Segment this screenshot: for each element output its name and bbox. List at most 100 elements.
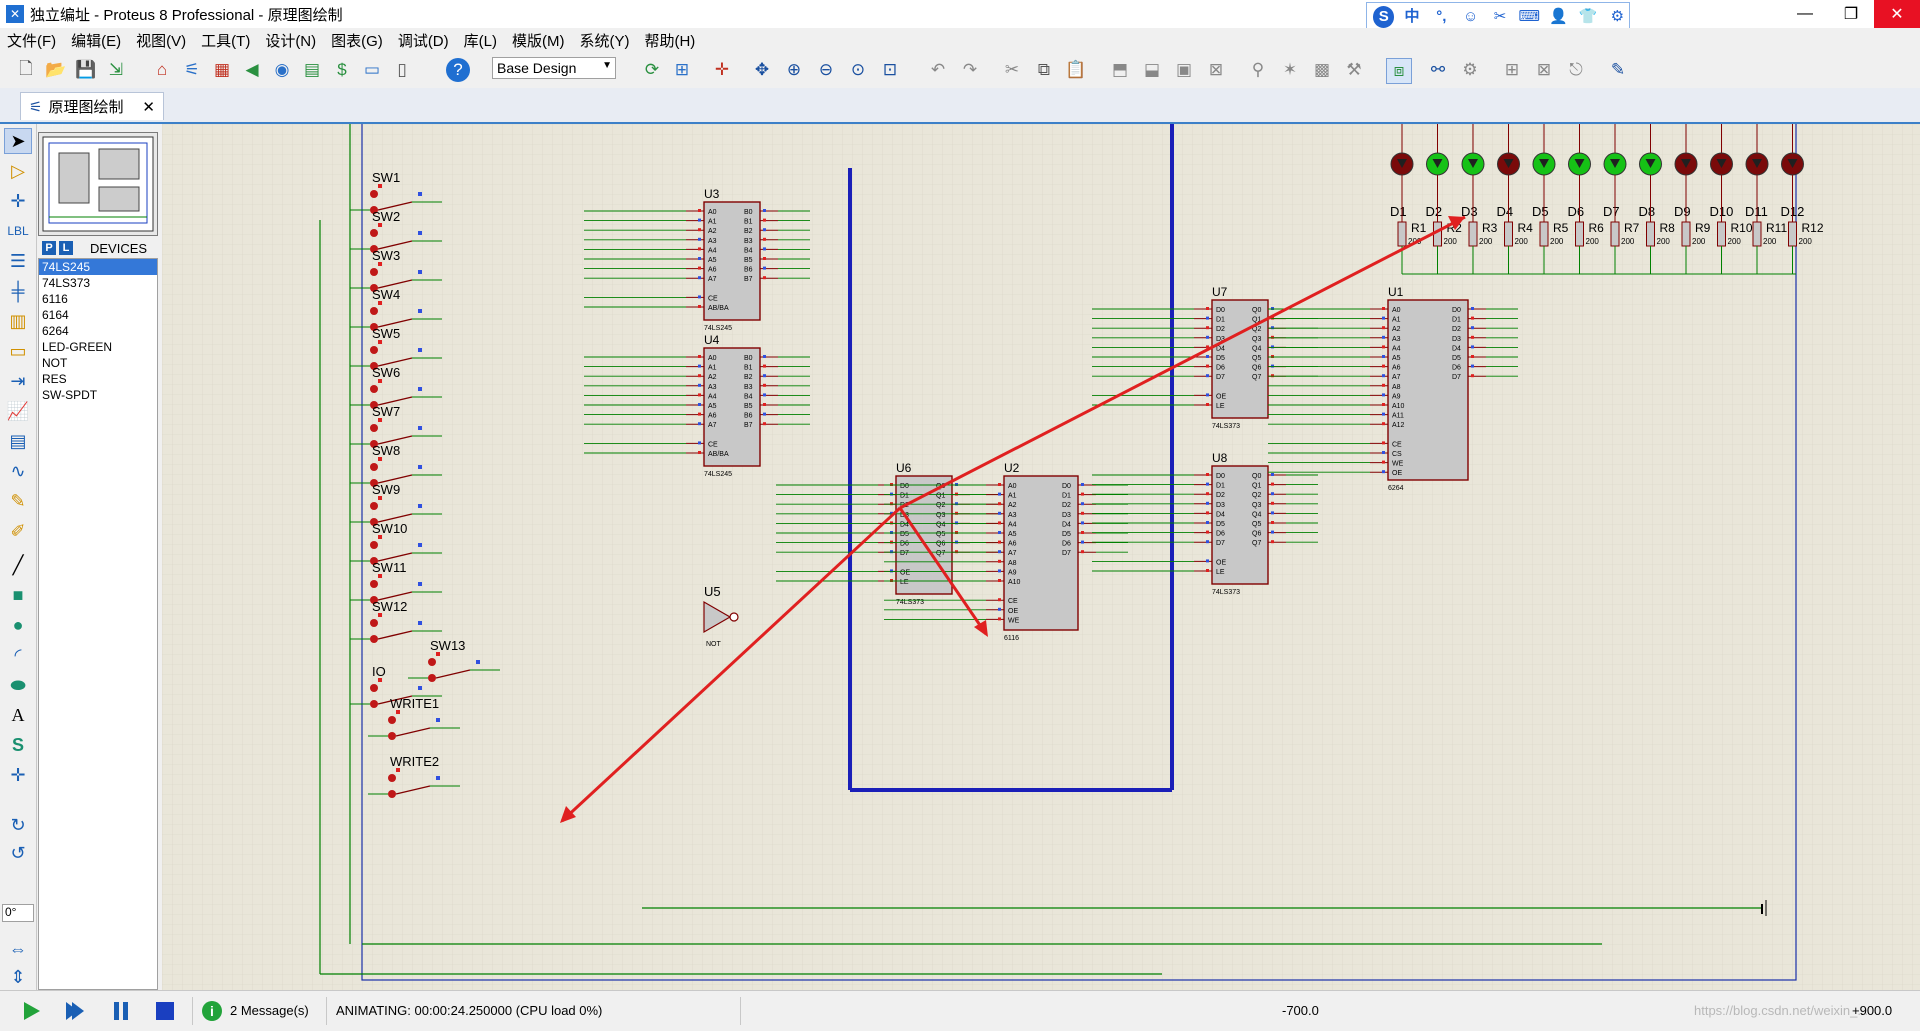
- tab-schematic[interactable]: ⚟ 原理图绘制 ✕: [20, 92, 164, 120]
- menu-library[interactable]: 库(L): [457, 30, 505, 51]
- graph-mode-icon[interactable]: 📈: [4, 398, 32, 424]
- device-item[interactable]: SW-SPDT: [39, 387, 157, 403]
- open-folder-icon[interactable]: 📂: [44, 58, 68, 82]
- library-button[interactable]: L: [59, 241, 73, 255]
- decompose-icon[interactable]: ⚒: [1342, 58, 1366, 82]
- mirror-horizontal-icon[interactable]: ⇔: [4, 936, 32, 962]
- device-item[interactable]: RES: [39, 371, 157, 387]
- help-icon[interactable]: ?: [446, 58, 470, 82]
- notes-icon[interactable]: ▯: [390, 58, 414, 82]
- menu-design[interactable]: 设计(N): [258, 30, 324, 51]
- origin-icon[interactable]: ✛: [710, 58, 734, 82]
- rotate-anticlockwise-icon[interactable]: ↺: [4, 840, 32, 866]
- zoom-area-icon[interactable]: ⊡: [878, 58, 902, 82]
- play-button[interactable]: [18, 999, 44, 1023]
- arc-mode-icon[interactable]: ◜: [4, 642, 32, 668]
- wire-autorouter-icon[interactable]: ⧈: [1386, 58, 1412, 84]
- menu-file[interactable]: 文件(F): [0, 30, 64, 51]
- selection-mode-icon[interactable]: ➤: [4, 128, 32, 154]
- ime-skin-icon[interactable]: 👕: [1576, 6, 1599, 28]
- undo-icon[interactable]: ↶: [926, 58, 950, 82]
- block-copy-icon[interactable]: ⬒: [1108, 58, 1132, 82]
- ime-user-icon[interactable]: 👤: [1547, 6, 1570, 28]
- device-item[interactable]: 6264: [39, 323, 157, 339]
- exit-to-parent-icon[interactable]: ⎋: [1564, 58, 1588, 82]
- schematic-canvas[interactable]: SW1 SW2 SW3 SW4 SW5 SW6 SW7 SW8 SW9 SW10 SW11 SW12 S…: [162, 104, 1920, 990]
- pick-parts-icon[interactable]: ⚲: [1246, 58, 1270, 82]
- symbol-mode-icon[interactable]: S: [4, 732, 32, 758]
- buses-icon[interactable]: ╪: [4, 278, 32, 304]
- ime-tool-icon[interactable]: ✂: [1488, 6, 1511, 28]
- text-script-icon[interactable]: ☰: [4, 248, 32, 274]
- box-mode-icon[interactable]: ■: [4, 582, 32, 608]
- search-tag-icon[interactable]: ⚯: [1426, 58, 1450, 82]
- pan-icon[interactable]: ✥: [750, 58, 774, 82]
- wire-label-icon[interactable]: LBL: [4, 218, 32, 244]
- 3d-view-icon[interactable]: ◀: [240, 58, 264, 82]
- ime-logo-icon[interactable]: S: [1373, 6, 1395, 28]
- menu-help[interactable]: 帮助(H): [637, 30, 703, 51]
- block-rotate-icon[interactable]: ▣: [1172, 58, 1196, 82]
- device-item[interactable]: 74LS245: [39, 259, 157, 275]
- block-delete-icon[interactable]: ⊠: [1204, 58, 1228, 82]
- bom-icon[interactable]: $: [330, 58, 354, 82]
- close-icon[interactable]: ✕: [1874, 0, 1920, 28]
- remove-sheet-icon[interactable]: ⊠: [1532, 58, 1556, 82]
- menu-tools[interactable]: 工具(T): [194, 30, 258, 51]
- junction-dot-icon[interactable]: ✛: [4, 188, 32, 214]
- overview-preview[interactable]: [38, 132, 158, 236]
- mirror-vertical-icon[interactable]: ⇕: [4, 964, 32, 990]
- voltage-probe-icon[interactable]: ✎: [4, 488, 32, 514]
- zoom-all-icon[interactable]: ⊙: [846, 58, 870, 82]
- device-item[interactable]: NOT: [39, 355, 157, 371]
- home-icon[interactable]: ⌂: [150, 58, 174, 82]
- device-item[interactable]: LED-GREEN: [39, 339, 157, 355]
- redo-icon[interactable]: ↷: [958, 58, 982, 82]
- step-button[interactable]: [62, 999, 88, 1023]
- tab-close-icon[interactable]: ✕: [142, 98, 155, 116]
- save-icon[interactable]: 💾: [74, 58, 98, 82]
- text-mode-icon[interactable]: A: [4, 702, 32, 728]
- component-mode-icon[interactable]: ▷: [4, 158, 32, 184]
- zoom-in-icon[interactable]: ⊕: [782, 58, 806, 82]
- ime-keyboard-icon[interactable]: ⌨: [1518, 6, 1541, 28]
- copy-icon[interactable]: ⧉: [1032, 58, 1056, 82]
- terminals-icon[interactable]: ▭: [4, 338, 32, 364]
- rotate-clockwise-icon[interactable]: ↻: [4, 812, 32, 838]
- maximize-icon[interactable]: ❐: [1828, 0, 1874, 28]
- stop-button[interactable]: [152, 999, 178, 1023]
- cut-icon[interactable]: ✂: [1000, 58, 1024, 82]
- refresh-icon[interactable]: ⟳: [640, 58, 664, 82]
- generator-icon[interactable]: ∿: [4, 458, 32, 484]
- menu-graph[interactable]: 图表(G): [324, 30, 391, 51]
- design-explorer-icon[interactable]: ▤: [300, 58, 324, 82]
- circle-mode-icon[interactable]: ●: [4, 612, 32, 638]
- device-item[interactable]: 6164: [39, 307, 157, 323]
- pause-button[interactable]: [108, 999, 134, 1023]
- new-sheet-icon[interactable]: ⊞: [1500, 58, 1524, 82]
- marker-mode-icon[interactable]: ✛: [4, 762, 32, 788]
- tape-recorder-icon[interactable]: ▤: [4, 428, 32, 454]
- device-item[interactable]: 6116: [39, 291, 157, 307]
- subcircuit-icon[interactable]: ▥: [4, 308, 32, 334]
- menu-template[interactable]: 模版(M): [505, 30, 573, 51]
- zoom-out-icon[interactable]: ⊖: [814, 58, 838, 82]
- messages-count[interactable]: 2 Message(s): [230, 1003, 309, 1018]
- ime-settings-icon[interactable]: ⚙: [1606, 6, 1629, 28]
- pcb-layout-icon[interactable]: ▦: [210, 58, 234, 82]
- ime-emoji-icon[interactable]: ☺: [1459, 6, 1482, 28]
- minimize-icon[interactable]: —: [1782, 0, 1828, 28]
- path-mode-icon[interactable]: ⬬: [4, 672, 32, 698]
- schematic-icon[interactable]: ⚟: [180, 58, 204, 82]
- current-probe-icon[interactable]: ✐: [4, 518, 32, 544]
- paste-icon[interactable]: 📋: [1064, 58, 1088, 82]
- new-file-icon[interactable]: 🗋: [14, 58, 38, 82]
- line-mode-icon[interactable]: ╱: [4, 552, 32, 578]
- grid-icon[interactable]: ⊞: [670, 58, 694, 82]
- rotation-angle-field[interactable]: 0°: [2, 904, 34, 922]
- ime-chinese-icon[interactable]: 中: [1400, 6, 1423, 28]
- design-variant-select[interactable]: Base Design ▼: [492, 57, 616, 79]
- ime-punct-icon[interactable]: °,: [1430, 6, 1453, 28]
- import-icon[interactable]: ⇲: [104, 58, 128, 82]
- block-move-icon[interactable]: ⬓: [1140, 58, 1164, 82]
